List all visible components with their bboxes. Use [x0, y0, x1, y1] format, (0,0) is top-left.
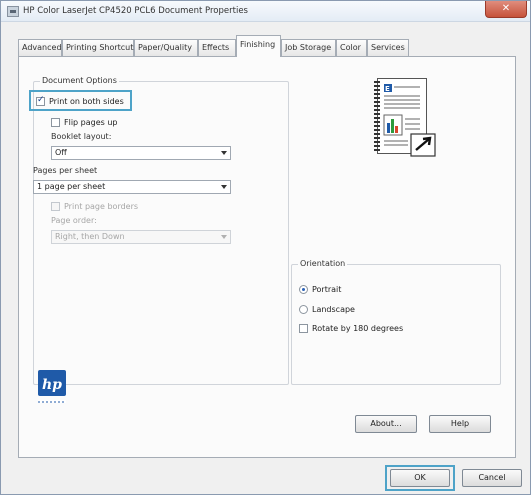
- document-properties-window: HP Color LaserJet CP4520 PCL6 Document P…: [0, 0, 531, 495]
- help-button[interactable]: Help: [429, 415, 491, 433]
- tab-printing-shortcuts[interactable]: Printing Shortcuts: [62, 39, 138, 56]
- print-both-sides-label: Print on both sides: [49, 96, 124, 106]
- pages-per-sheet-label: Pages per sheet: [33, 166, 98, 175]
- printer-icon: [7, 6, 19, 17]
- portrait-radio[interactable]: Portrait: [299, 283, 341, 295]
- pages-per-sheet-select[interactable]: 1 page per sheet: [33, 180, 231, 194]
- radio-icon[interactable]: [299, 304, 308, 314]
- svg-text:E: E: [385, 85, 390, 93]
- ok-button[interactable]: OK: [390, 469, 450, 487]
- radio-selected-icon[interactable]: [299, 284, 308, 294]
- tab-effects[interactable]: Effects: [198, 39, 236, 56]
- pages-per-sheet-value: 1 page per sheet: [37, 182, 106, 191]
- flip-arrow-icon: [410, 133, 436, 157]
- page-order-select[interactable]: Right, then Down: [51, 230, 231, 244]
- flip-pages-up-checkbox[interactable]: Flip pages up: [51, 116, 118, 128]
- chevron-down-icon: [221, 185, 227, 189]
- landscape-radio[interactable]: Landscape: [299, 303, 355, 315]
- tab-paper-quality[interactable]: Paper/Quality: [134, 39, 198, 56]
- flip-pages-up-label: Flip pages up: [64, 117, 118, 127]
- booklet-layout-value: Off: [55, 148, 67, 157]
- tab-job-storage[interactable]: Job Storage: [281, 39, 336, 56]
- rotate-180-label: Rotate by 180 degrees: [312, 323, 404, 333]
- landscape-label: Landscape: [312, 304, 355, 314]
- tab-services[interactable]: Services: [367, 39, 409, 56]
- print-both-sides-checkbox[interactable]: Print on both sides: [36, 95, 124, 107]
- document-options-label: Document Options: [40, 76, 119, 85]
- tab-advanced[interactable]: Advanced: [18, 39, 62, 56]
- booklet-layout-select[interactable]: Off: [51, 146, 231, 160]
- window-title: HP Color LaserJet CP4520 PCL6 Document P…: [23, 6, 248, 16]
- finishing-panel: Document Options Print on both sides Fli…: [18, 56, 516, 458]
- chevron-down-icon: [221, 151, 227, 155]
- close-button[interactable]: ✕: [485, 1, 527, 18]
- svg-text:hp: hp: [42, 377, 62, 393]
- cancel-button[interactable]: Cancel: [462, 469, 522, 487]
- page-order-value: Right, then Down: [55, 232, 125, 241]
- orientation-label: Orientation: [298, 259, 348, 268]
- checkbox-checked-icon[interactable]: [36, 95, 45, 106]
- tab-finishing[interactable]: Finishing: [236, 35, 281, 57]
- title-bar: HP Color LaserJet CP4520 PCL6 Document P…: [1, 1, 530, 22]
- hp-logo: hp: [37, 369, 77, 409]
- checkbox-icon[interactable]: [51, 201, 60, 211]
- chevron-down-icon: [221, 235, 227, 239]
- tab-color[interactable]: Color: [336, 39, 367, 56]
- page-order-label: Page order:: [51, 216, 97, 225]
- booklet-layout-label: Booklet layout:: [51, 132, 112, 141]
- print-page-borders-checkbox[interactable]: Print page borders: [51, 200, 138, 212]
- checkbox-icon[interactable]: [299, 323, 308, 333]
- duplex-document-preview-icon: E: [373, 78, 445, 166]
- portrait-label: Portrait: [312, 284, 342, 294]
- rotate-180-checkbox[interactable]: Rotate by 180 degrees: [299, 322, 403, 334]
- hp-logo-icon: hp: [38, 370, 66, 403]
- about-button[interactable]: About...: [355, 415, 417, 433]
- print-page-borders-label: Print page borders: [64, 201, 139, 211]
- checkbox-icon[interactable]: [51, 117, 60, 127]
